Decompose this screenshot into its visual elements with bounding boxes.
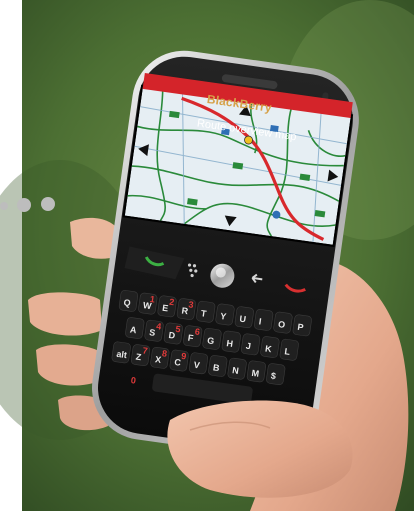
keyboard-key: D5 xyxy=(163,322,183,345)
keyboard-key: Z7 xyxy=(130,344,151,366)
key-label: M xyxy=(251,368,260,379)
pager-dot xyxy=(41,197,55,211)
keyboard-key: M xyxy=(246,360,266,383)
keyboard-key: F6 xyxy=(183,325,203,348)
keyboard-key: O xyxy=(273,311,293,334)
keyboard-key: P xyxy=(292,314,312,337)
pager-dot xyxy=(0,202,8,210)
key-label: alt xyxy=(116,349,128,360)
keyboard-key: $ xyxy=(266,363,286,385)
keyboard-key: N xyxy=(227,357,247,380)
key-label: H xyxy=(226,338,234,349)
pager-dot xyxy=(17,198,31,212)
photo-illustration: Q W1E2R3T Y U I O PA S4D5F6G H J K Lalt Z7X8C9V B N M $0 xyxy=(0,0,414,511)
keyboard-key: Q xyxy=(118,290,139,312)
keyboard-key: G xyxy=(202,328,222,350)
keyboard-key: C9 xyxy=(169,349,189,372)
keyboard-key: K xyxy=(260,336,280,358)
keyboard-key: V xyxy=(188,352,209,375)
keyboard-key: I xyxy=(254,309,274,331)
keyboard-key: L xyxy=(279,338,299,361)
key-label: O xyxy=(278,319,286,330)
key-label: N xyxy=(232,365,240,376)
keyboard-key: S4 xyxy=(144,319,164,342)
key-label: G xyxy=(207,335,215,346)
keyboard-key: A xyxy=(125,317,145,339)
key-label: Q xyxy=(123,297,131,308)
keyboard-key: alt xyxy=(111,341,131,364)
keyboard-key: E2 xyxy=(157,295,177,318)
keyboard-key: W1 xyxy=(138,292,158,315)
keyboard-key: H xyxy=(221,330,241,353)
keyboard-key: Y xyxy=(215,303,235,326)
keyboard-key: T xyxy=(196,300,216,323)
keyboard-key: X8 xyxy=(150,346,170,369)
keyboard-key: B xyxy=(208,355,228,377)
photo-scene: Q W 1 E 2 R 3 T Y U I O P A S 4 D 5 F 6 G H J K Lalt Z 7 X 8 C 9 V B N M $0… xyxy=(0,0,414,511)
keyboard-key: R3 xyxy=(176,298,196,320)
key-label: U xyxy=(239,314,247,325)
keyboard-key: J xyxy=(241,333,261,356)
keyboard-key: U xyxy=(234,306,254,329)
